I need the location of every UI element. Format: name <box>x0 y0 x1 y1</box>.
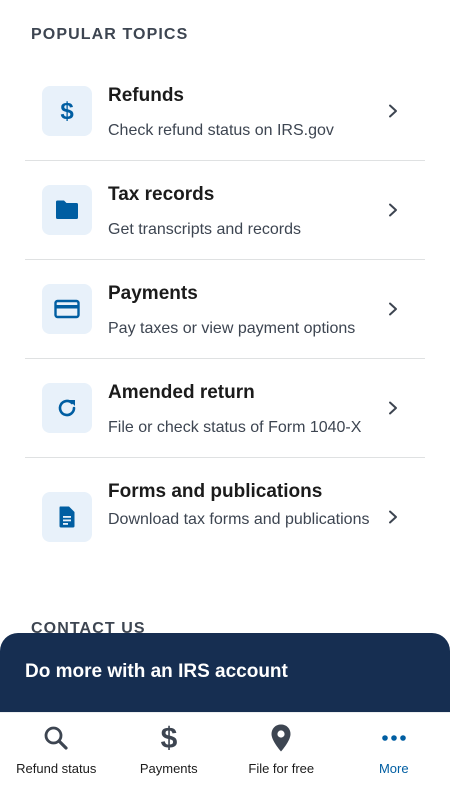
topic-tax-records[interactable]: Tax records Get transcripts and records <box>25 161 425 260</box>
nav-item-more[interactable]: More <box>338 713 450 800</box>
chevron-right-icon <box>386 510 400 524</box>
topic-title: Forms and publications <box>108 481 323 502</box>
nav-item-file-for-free[interactable]: File for free <box>225 713 338 800</box>
topic-icon-tile: $ <box>42 86 92 136</box>
topic-title: Payments <box>108 283 198 304</box>
nav-label: Payments <box>139 761 198 776</box>
account-banner-text: Do more with an IRS account <box>25 661 288 682</box>
topic-icon-tile <box>42 383 92 433</box>
irs-account-banner[interactable]: Do more with an IRS account <box>0 633 450 723</box>
topic-text: Payments Pay taxes or view payment optio… <box>108 282 388 344</box>
topic-title: Tax records <box>108 184 215 205</box>
nav-item-payments[interactable]: $ Payments <box>113 713 226 800</box>
more-dots-icon <box>379 723 409 753</box>
more-screen: POPULAR TOPICS $ Refunds Check refund st… <box>0 0 450 800</box>
nav-label: Refund status <box>16 761 97 776</box>
svg-text:$: $ <box>160 723 177 753</box>
topic-description: Get transcripts and records <box>108 221 301 238</box>
topic-amended-return[interactable]: Amended return File or check status of F… <box>25 359 425 458</box>
refresh-icon <box>58 399 76 417</box>
chevron-right-icon <box>386 401 400 415</box>
svg-text:$: $ <box>60 99 74 123</box>
popular-topics-header: POPULAR TOPICS <box>31 26 189 43</box>
document-icon <box>59 506 75 528</box>
topic-text: Forms and publications Download tax form… <box>108 480 388 535</box>
topic-description: Download tax forms and publications <box>108 511 370 528</box>
nav-label: File for free <box>248 761 315 776</box>
topic-title: Refunds <box>108 85 184 106</box>
credit-card-icon <box>54 299 80 319</box>
bottom-nav: Refund status $ Payments File for free M… <box>0 712 450 800</box>
topic-refunds[interactable]: $ Refunds Check refund status on IRS.gov <box>25 62 425 161</box>
nav-item-refund-status[interactable]: Refund status <box>0 713 113 800</box>
dollar-icon: $ <box>60 99 74 123</box>
chevron-right-icon <box>386 302 400 316</box>
topic-description: File or check status of Form 1040-X <box>108 419 362 436</box>
map-pin-icon <box>266 723 296 753</box>
topic-forms-publications[interactable]: Forms and publications Download tax form… <box>25 458 425 586</box>
folder-icon <box>56 200 78 219</box>
topic-text: Tax records Get transcripts and records <box>108 183 388 245</box>
topic-payments[interactable]: Payments Pay taxes or view payment optio… <box>25 260 425 359</box>
chevron-right-icon <box>386 203 400 217</box>
topic-description: Pay taxes or view payment options <box>108 320 356 337</box>
topic-icon-tile <box>42 185 92 235</box>
topic-title: Amended return <box>108 382 255 403</box>
topic-text: Amended return File or check status of F… <box>108 381 388 443</box>
dollar-icon: $ <box>154 723 184 753</box>
nav-label: More <box>378 761 409 776</box>
topic-description: Check refund status on IRS.gov <box>108 122 334 139</box>
topic-text: Refunds Check refund status on IRS.gov <box>108 84 388 146</box>
search-icon <box>41 723 71 753</box>
popular-topics-list: $ Refunds Check refund status on IRS.gov… <box>25 62 425 586</box>
chevron-right-icon <box>386 104 400 118</box>
topic-icon-tile <box>42 284 92 334</box>
topic-icon-tile <box>42 492 92 542</box>
